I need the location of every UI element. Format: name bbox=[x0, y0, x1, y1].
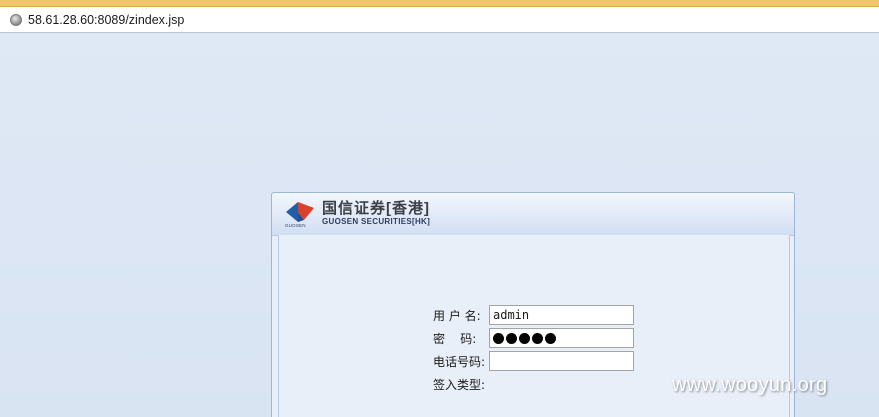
guosen-logo-icon: GUOSEN bbox=[284, 200, 318, 230]
browser-top-strip bbox=[0, 0, 879, 7]
url-text[interactable]: 58.61.28.60:8089/zindex.jsp bbox=[28, 13, 184, 27]
password-dot bbox=[545, 332, 556, 344]
watermark: www.wooyun.org bbox=[672, 374, 828, 396]
logo-name-en: GUOSEN SECURITIES[HK] bbox=[322, 217, 431, 226]
password-row: 密 码: bbox=[433, 328, 634, 348]
username-row: 用 户 名: bbox=[433, 305, 634, 325]
password-dot bbox=[493, 332, 504, 344]
username-input[interactable] bbox=[489, 305, 634, 325]
panel-header: GUOSEN 国信证券[香港] GUOSEN SECURITIES[HK] bbox=[272, 193, 794, 236]
guosen-logo: GUOSEN 国信证券[香港] GUOSEN SECURITIES[HK] bbox=[284, 200, 430, 232]
phone-row: 电话号码: bbox=[433, 351, 634, 371]
address-bar[interactable]: 58.61.28.60:8089/zindex.jsp bbox=[0, 7, 879, 33]
password-dot bbox=[519, 332, 530, 344]
phone-label: 电话号码: bbox=[433, 354, 486, 369]
signin-type-label: 签入类型: bbox=[433, 377, 486, 392]
password-input[interactable] bbox=[489, 328, 634, 348]
password-dot bbox=[506, 332, 517, 344]
username-label: 用 户 名: bbox=[433, 308, 481, 323]
signin-type-row: 签入类型: bbox=[433, 374, 489, 394]
password-dot bbox=[532, 332, 543, 344]
phone-input[interactable] bbox=[489, 351, 634, 371]
globe-icon bbox=[10, 13, 22, 26]
logo-text: 国信证券[香港] GUOSEN SECURITIES[HK] bbox=[322, 200, 430, 227]
password-label: 密 码: bbox=[433, 331, 477, 346]
logo-mark-text: GUOSEN bbox=[285, 223, 306, 228]
logo-name-cn: 国信证券[香港] bbox=[322, 200, 430, 217]
